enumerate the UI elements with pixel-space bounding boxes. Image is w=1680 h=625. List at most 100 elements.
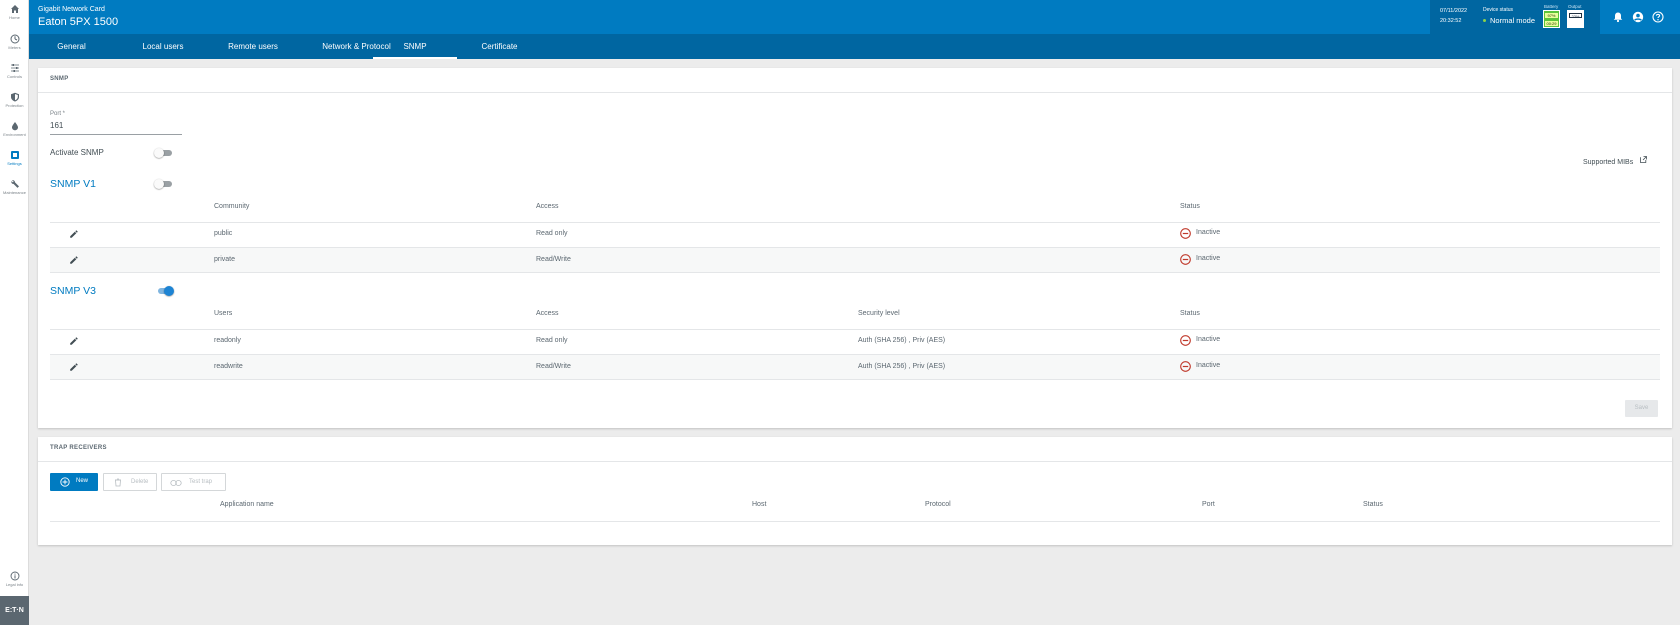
left-navigation: Home Meters Controls Protection Environm… (0, 0, 29, 625)
edit-pencil-icon[interactable] (69, 229, 79, 239)
column-header-protocol: Protocol (925, 501, 951, 508)
access-cell: Read only (536, 337, 568, 344)
wrench-icon (10, 180, 19, 188)
port-label: Port * (50, 111, 66, 117)
output-percent: 23% (1569, 13, 1582, 19)
column-header-access: Access (536, 203, 559, 210)
column-header-port: Port (1202, 501, 1215, 508)
save-button[interactable]: Save (1625, 400, 1658, 417)
snmp-v1-title: SNMP V1 (50, 178, 96, 190)
test-trap-button-label: Test trap (189, 479, 213, 485)
tab-general[interactable]: General (29, 34, 114, 59)
snmp-card: SNMP Port * 161 Activate SNMP Supported … (38, 68, 1672, 428)
card-divider (38, 92, 1672, 93)
column-header-host: Host (752, 501, 767, 508)
snmp-v3-title: SNMP V3 (50, 285, 96, 297)
help-icon[interactable] (1652, 11, 1664, 23)
nav-item-controls[interactable]: Controls (0, 59, 29, 87)
snmp-v3-toggle[interactable] (154, 286, 174, 296)
test-trap-button[interactable]: Test trap (161, 473, 226, 491)
port-input[interactable]: 161 (50, 119, 182, 135)
status-cell: Inactive (1196, 255, 1221, 262)
nav-item-protection[interactable]: Protection (0, 88, 29, 116)
new-trap-button[interactable]: New (50, 473, 98, 491)
tab-certificate[interactable]: Certificate (457, 34, 542, 59)
table-divider (50, 521, 1660, 522)
gauge-icon (10, 34, 19, 44)
app-header: Gigabit Network Card Eaton 5PX 1500 07/1… (29, 0, 1680, 34)
link-icon (170, 480, 182, 486)
tab-snmp[interactable]: SNMP (373, 34, 457, 59)
header-subtitle: Gigabit Network Card (38, 6, 105, 13)
nav-item-maintenance[interactable]: Maintenance (0, 175, 29, 203)
nav-item-label: Environment (3, 132, 26, 137)
nav-item-label: Legal info (5, 582, 24, 587)
home-icon (10, 5, 19, 13)
activate-snmp-toggle[interactable] (154, 148, 174, 158)
external-link-icon (1639, 156, 1647, 164)
snmp-v1-toggle[interactable] (154, 179, 174, 189)
security-level-cell: Auth (SHA 256) , Priv (AES) (858, 363, 946, 370)
delete-button-label: Delete (131, 479, 149, 485)
table-row: private Read/Write Inactive (50, 248, 1660, 272)
tab-remote-users[interactable]: Remote users (212, 34, 294, 59)
nav-item-label: Controls (7, 74, 22, 79)
tab-local-users[interactable]: Local users (114, 34, 212, 59)
new-button-label: New (76, 478, 89, 484)
column-header-status: Status (1180, 203, 1200, 210)
header-title: Eaton 5PX 1500 (38, 16, 119, 28)
column-header-community: Community (214, 203, 250, 210)
bell-icon[interactable] (1612, 11, 1624, 23)
card-divider (38, 461, 1672, 462)
nav-item-legal-info[interactable]: Legal info (0, 567, 29, 595)
activate-snmp-label: Activate SNMP (50, 148, 104, 157)
nav-item-settings[interactable]: Settings (0, 146, 29, 174)
column-header-users: Users (214, 310, 233, 317)
nav-item-label: Protection (5, 103, 24, 108)
delete-trap-button[interactable]: Delete (103, 473, 157, 491)
supported-mibs-label: Supported MIBs (1583, 159, 1634, 166)
status-cell: Inactive (1196, 336, 1221, 343)
battery-indicator[interactable]: 97% 00:29 (1543, 10, 1560, 28)
security-level-cell: Auth (SHA 256) , Priv (AES) (858, 337, 946, 344)
nav-item-home[interactable]: Home (0, 0, 29, 28)
nav-item-environment[interactable]: Environment (0, 117, 29, 145)
tab-bar: General Local users Remote users Network… (29, 34, 1680, 59)
output-indicator[interactable]: 23% (1567, 10, 1584, 28)
battery-runtime: 00:29 (1545, 21, 1558, 26)
inactive-status-icon (1180, 335, 1191, 346)
drop-icon (11, 122, 18, 131)
battery-label: Battery (1544, 4, 1559, 9)
access-cell: Read/Write (536, 363, 571, 370)
column-header-status: Status (1363, 501, 1383, 508)
user-cell: readonly (214, 337, 241, 344)
card-title: TRAP RECEIVERS (50, 445, 107, 451)
status-time: 20:32:52 (1440, 18, 1462, 24)
add-circle-icon (60, 477, 70, 487)
edit-pencil-icon[interactable] (69, 336, 79, 346)
output-label: Output (1568, 4, 1582, 9)
nav-item-meters[interactable]: Meters (0, 30, 29, 58)
user-account-icon[interactable] (1632, 11, 1644, 23)
info-icon (10, 571, 19, 581)
community-cell: public (214, 230, 233, 237)
trash-icon (115, 478, 121, 487)
nav-item-label: Home (9, 15, 20, 20)
supported-mibs-link[interactable]: Supported MIBs (1583, 151, 1647, 169)
shield-icon (10, 92, 19, 102)
community-cell: private (214, 256, 236, 263)
column-header-access: Access (536, 310, 559, 317)
access-cell: Read only (536, 230, 568, 237)
status-cell: Inactive (1196, 229, 1221, 236)
sliders-icon (10, 64, 19, 72)
device-status-label: Device status (1483, 7, 1514, 13)
edit-pencil-icon[interactable] (69, 362, 79, 372)
device-status-panel: 07/11/2022 20:32:52 Device status Normal… (1430, 0, 1600, 34)
table-row: readwrite Read/Write Auth (SHA 256) , Pr… (50, 355, 1660, 379)
table-divider (50, 329, 1660, 330)
table-divider (50, 379, 1660, 380)
edit-pencil-icon[interactable] (69, 255, 79, 265)
nav-item-label: Meters (8, 45, 21, 50)
access-cell: Read/Write (536, 256, 571, 263)
trap-receivers-card: TRAP RECEIVERS New Delete Test trap Appl… (38, 437, 1672, 545)
